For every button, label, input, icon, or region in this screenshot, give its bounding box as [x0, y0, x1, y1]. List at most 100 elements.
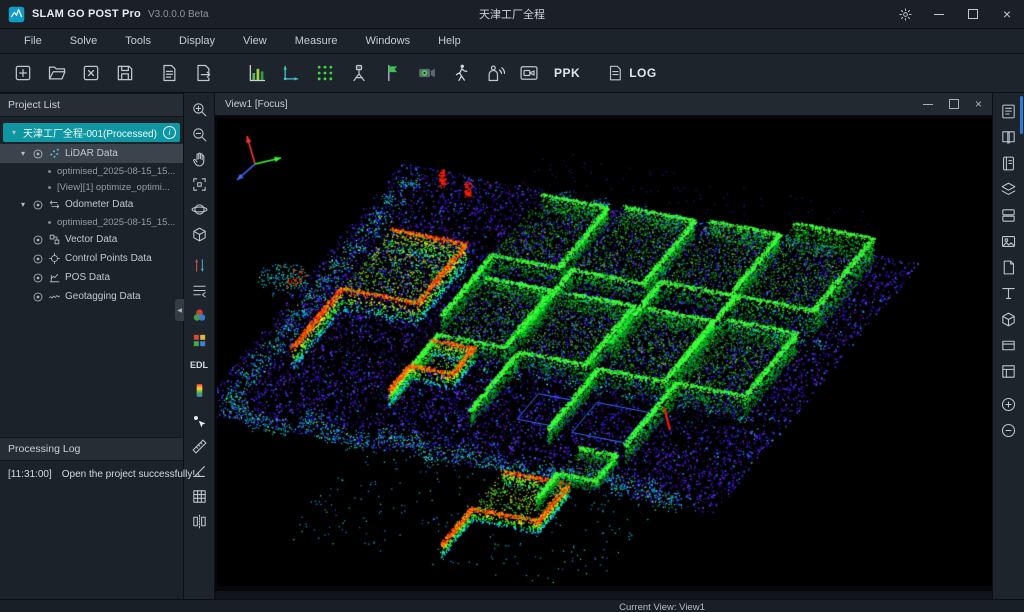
- visibility-eye-icon[interactable]: [32, 199, 44, 211]
- grid-points-button[interactable]: [308, 58, 342, 88]
- menu-windows[interactable]: Windows: [351, 29, 424, 53]
- frame-tool-icon[interactable]: [997, 333, 1021, 357]
- tree-label: Control Points Data: [65, 253, 152, 264]
- coordinate-system-button[interactable]: [274, 58, 308, 88]
- tsquare-tool-icon[interactable]: [997, 281, 1021, 305]
- status-bar: Current View: View1: [0, 599, 1024, 612]
- visibility-eye-icon[interactable]: [32, 234, 44, 246]
- open-project-button[interactable]: [40, 58, 74, 88]
- panel-image-icon[interactable]: [997, 229, 1021, 253]
- panel-list-icon[interactable]: [997, 99, 1021, 123]
- zoom-in-icon[interactable]: [187, 97, 211, 121]
- view-close-button[interactable]: ×: [975, 97, 982, 111]
- zoom-in-circle-icon[interactable]: [997, 392, 1021, 416]
- tree-item-pos-data[interactable]: POS Data: [0, 268, 183, 287]
- tree-item-control-points-data[interactable]: Control Points Data: [0, 249, 183, 268]
- save-project-button[interactable]: [108, 58, 142, 88]
- accuracy-histogram-button[interactable]: [240, 58, 274, 88]
- visibility-eye-icon[interactable]: [32, 291, 44, 303]
- window-controls: ×: [888, 0, 1024, 28]
- view-minimize-button[interactable]: [923, 104, 933, 105]
- info-icon[interactable]: i: [163, 126, 176, 139]
- measure-distance-icon[interactable]: [187, 434, 211, 458]
- view-maximize-button[interactable]: [949, 99, 959, 109]
- close-button[interactable]: ×: [990, 0, 1024, 28]
- grid-toggle-icon[interactable]: [187, 484, 211, 508]
- geotag-icon: [48, 290, 61, 303]
- color-palette-icon[interactable]: [187, 328, 211, 352]
- pan-hand-icon[interactable]: [187, 147, 211, 171]
- right-toolstrip: [992, 93, 1024, 599]
- panel-book-icon[interactable]: [997, 125, 1021, 149]
- view1-header[interactable]: View1 [Focus] ×: [215, 93, 992, 116]
- zoom-out-circle-icon[interactable]: [997, 418, 1021, 442]
- zoom-out-icon[interactable]: [187, 122, 211, 146]
- color-rgb-icon[interactable]: [187, 303, 211, 327]
- zoom-extent-icon[interactable]: [187, 172, 211, 196]
- maximize-button[interactable]: [956, 0, 990, 28]
- edl-toggle[interactable]: EDL: [187, 353, 211, 377]
- log-button[interactable]: LOG: [598, 58, 665, 88]
- menu-tools[interactable]: Tools: [111, 29, 165, 53]
- chevron-down-icon[interactable]: ▾: [9, 128, 19, 137]
- view1-canvas-area[interactable]: [215, 116, 992, 591]
- point-cloud-render[interactable]: [217, 118, 993, 586]
- chevron-down-icon[interactable]: ▾: [18, 200, 28, 209]
- orbit-icon[interactable]: [187, 197, 211, 221]
- odometer-icon: [48, 198, 61, 211]
- tree-item-odometer-data[interactable]: ▾ Odometer Data: [0, 195, 183, 214]
- gcp-flag-button[interactable]: [376, 58, 410, 88]
- visibility-eye-icon[interactable]: [32, 148, 44, 160]
- close-project-button[interactable]: [74, 58, 108, 88]
- mirror-view-icon[interactable]: [187, 509, 211, 533]
- menu-solve[interactable]: Solve: [56, 29, 112, 53]
- settings-gear-icon[interactable]: [888, 0, 922, 28]
- tree-item-vector-data[interactable]: Vector Data: [0, 230, 183, 249]
- menu-measure[interactable]: Measure: [281, 29, 352, 53]
- tree-item-lidar-child-2[interactable]: [View][1] optimize_optimi...: [0, 179, 183, 195]
- panel-layers-icon[interactable]: [997, 177, 1021, 201]
- scrollbar-thumb[interactable]: [1020, 96, 1023, 134]
- vector-icon: [48, 233, 61, 246]
- app-window: SLAM GO POST Pro V3.0.0.0 Beta 天津工厂全程 × …: [0, 0, 1024, 612]
- bullet-icon: [48, 186, 51, 189]
- tree-item-odometer-child-1[interactable]: optimised_2025-08-15_15...: [0, 214, 183, 230]
- tree-item-lidar-child-1[interactable]: optimised_2025-08-15_15...: [0, 163, 183, 179]
- visibility-eye-icon[interactable]: [32, 253, 44, 265]
- minimize-button[interactable]: [922, 0, 956, 28]
- sidebar-collapse-handle[interactable]: ◀: [175, 299, 184, 321]
- elevation-gradient-icon[interactable]: [187, 378, 211, 402]
- front-view-icon[interactable]: [187, 222, 211, 246]
- elevation-range-icon[interactable]: [187, 253, 211, 277]
- tree-item-project[interactable]: ▾ 天津工厂全程-001(Processed) i: [3, 123, 180, 142]
- person-locator-button[interactable]: [478, 58, 512, 88]
- menu-help[interactable]: Help: [424, 29, 475, 53]
- panel-notebook-icon[interactable]: [997, 151, 1021, 175]
- log-label: LOG: [629, 66, 657, 80]
- tree-item-lidar-data[interactable]: ▾ LiDAR Data: [0, 144, 183, 163]
- base-station-button[interactable]: [342, 58, 376, 88]
- cube-tool-icon[interactable]: [997, 307, 1021, 331]
- panorama-camera-button[interactable]: [410, 58, 444, 88]
- project-report-button[interactable]: [152, 58, 186, 88]
- cross-section-icon[interactable]: [187, 278, 211, 302]
- trajectory-walker-button[interactable]: [444, 58, 478, 88]
- visibility-eye-icon[interactable]: [32, 272, 44, 284]
- chevron-down-icon[interactable]: ▾: [18, 149, 28, 158]
- export-data-button[interactable]: [186, 58, 220, 88]
- tree-label: Odometer Data: [65, 199, 133, 210]
- ppk-button[interactable]: PPK: [546, 58, 588, 88]
- panel-doc-icon[interactable]: [997, 255, 1021, 279]
- menu-view[interactable]: View: [229, 29, 281, 53]
- view1-title: View1 [Focus]: [225, 99, 288, 110]
- video-capture-button[interactable]: [512, 58, 546, 88]
- ppk-label: PPK: [554, 66, 580, 80]
- new-project-button[interactable]: [6, 58, 40, 88]
- panel-cards-icon[interactable]: [997, 203, 1021, 227]
- board-tool-icon[interactable]: [997, 359, 1021, 383]
- menu-file[interactable]: File: [10, 29, 56, 53]
- tree-item-geotagging-data[interactable]: Geotagging Data: [0, 287, 183, 306]
- app-name: SLAM GO POST Pro: [32, 8, 141, 20]
- menu-display[interactable]: Display: [165, 29, 229, 53]
- point-pick-icon[interactable]: [187, 409, 211, 433]
